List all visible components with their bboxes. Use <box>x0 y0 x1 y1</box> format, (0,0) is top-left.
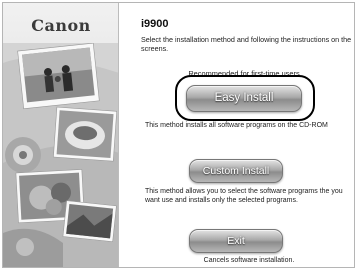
exit-button[interactable]: Exit <box>189 229 283 253</box>
food-photo <box>53 106 118 162</box>
easy-install-description: This method installs all software progra… <box>145 122 328 129</box>
family-photo <box>17 43 100 110</box>
custom-install-button[interactable]: Custom Install <box>189 159 283 183</box>
photo-collage <box>3 43 118 267</box>
exit-description: Cancels software installation. <box>203 257 295 264</box>
instructions-text: Select the installation method and follo… <box>141 35 352 53</box>
easy-install-button[interactable]: Easy Install <box>186 85 302 112</box>
sidebar: Canon <box>3 3 119 267</box>
flower-photo <box>5 137 41 173</box>
landscape-photo <box>62 200 117 243</box>
custom-install-description: This method allows you to select the sof… <box>145 188 343 204</box>
installer-window: Canon i9900 Select the installation meth… <box>2 2 355 268</box>
canon-logo: Canon <box>31 16 91 35</box>
model-title: i9900 <box>141 18 169 30</box>
